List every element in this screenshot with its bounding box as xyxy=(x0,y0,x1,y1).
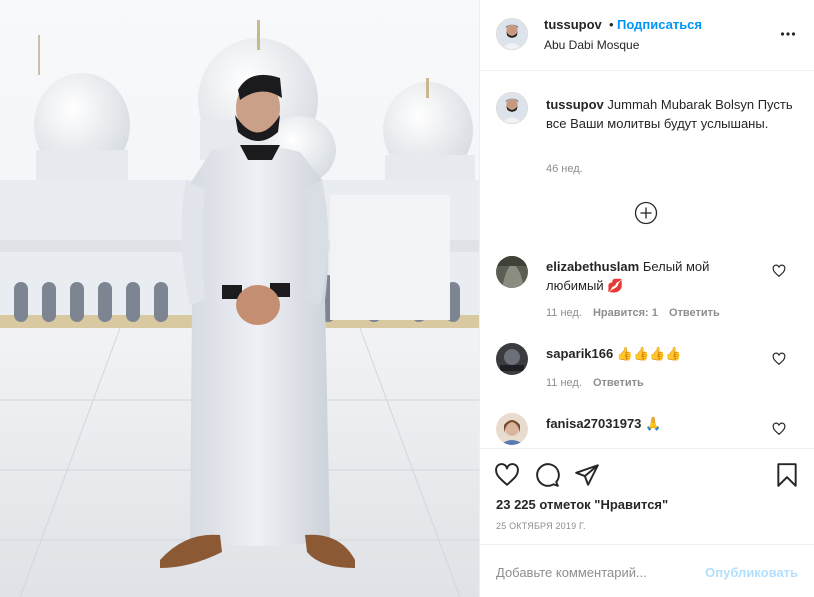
comment-icon[interactable] xyxy=(534,462,560,488)
post-side-panel: tussupov • Подписаться Abu Dabi Mosque t… xyxy=(479,0,814,597)
comment-username[interactable]: saparik166 xyxy=(546,346,613,361)
comment-username[interactable]: elizabethuslam xyxy=(546,259,639,274)
comment-input[interactable] xyxy=(496,561,696,583)
reply-button[interactable]: Ответить xyxy=(669,307,720,319)
add-comment-bar: Опубликовать xyxy=(480,544,814,597)
comment-body: saparik166 👍👍👍👍 xyxy=(546,344,766,363)
author-username[interactable]: tussupov xyxy=(544,17,602,32)
comment-avatar[interactable] xyxy=(496,256,528,288)
caption-username[interactable]: tussupov xyxy=(546,97,604,112)
likes-count[interactable]: 23 225 отметок "Нравится" xyxy=(496,497,668,512)
post-photo[interactable] xyxy=(0,0,479,597)
heart-outline-icon[interactable] xyxy=(772,264,786,278)
comment-likes[interactable]: Нравится: 1 xyxy=(593,307,658,319)
publish-button[interactable]: Опубликовать xyxy=(705,565,798,580)
comment-avatar[interactable] xyxy=(496,343,528,375)
comment-meta: 11 нед. Нравится: 1 Ответить xyxy=(546,307,728,319)
comment-emoji: 👍👍👍👍 xyxy=(616,346,682,361)
heart-outline-icon[interactable] xyxy=(772,422,786,436)
heart-icon[interactable] xyxy=(494,462,520,488)
comment-emoji: 🙏 xyxy=(645,416,662,431)
plus-circle-icon[interactable] xyxy=(634,201,658,225)
post-actions: 23 225 отметок "Нравится" 25 ОКТЯБРЯ 201… xyxy=(480,448,814,544)
comment-time[interactable]: 11 нед. xyxy=(546,377,582,389)
comment-meta: 11 нед. Ответить xyxy=(546,377,652,389)
mosque-photo xyxy=(0,0,479,597)
comment-time[interactable]: 11 нед. xyxy=(546,307,582,319)
comment-avatar[interactable] xyxy=(496,413,528,445)
comment-username[interactable]: fanisa27031973 xyxy=(546,416,641,431)
comment-body: elizabethuslam Белый мой любимый 💋 xyxy=(546,257,766,295)
post-date[interactable]: 25 ОКТЯБРЯ 2019 Г. xyxy=(496,521,586,531)
comment-body: fanisa27031973 🙏 xyxy=(546,414,766,433)
post-header: tussupov • Подписаться Abu Dabi Mosque xyxy=(480,0,814,71)
caption-avatar[interactable] xyxy=(496,92,528,124)
comments-list[interactable]: tussupov Jummah Mubarak Bolsyn Пусть все… xyxy=(480,72,814,448)
instagram-post: tussupov • Подписаться Abu Dabi Mosque t… xyxy=(0,0,814,597)
follow-button[interactable]: Подписаться xyxy=(617,17,702,32)
post-caption: tussupov Jummah Mubarak Bolsyn Пусть все… xyxy=(546,95,796,133)
author-avatar[interactable] xyxy=(496,18,528,50)
paper-plane-icon[interactable] xyxy=(574,462,600,488)
reply-button[interactable]: Ответить xyxy=(593,377,644,389)
separator-dot: • xyxy=(609,17,614,32)
location-link[interactable]: Abu Dabi Mosque xyxy=(544,38,639,52)
bookmark-icon[interactable] xyxy=(774,462,800,488)
caption-time[interactable]: 46 нед. xyxy=(546,163,583,175)
more-horizontal-icon[interactable] xyxy=(780,24,796,44)
heart-outline-icon[interactable] xyxy=(772,352,786,366)
comment-emoji: 💋 xyxy=(607,278,624,293)
